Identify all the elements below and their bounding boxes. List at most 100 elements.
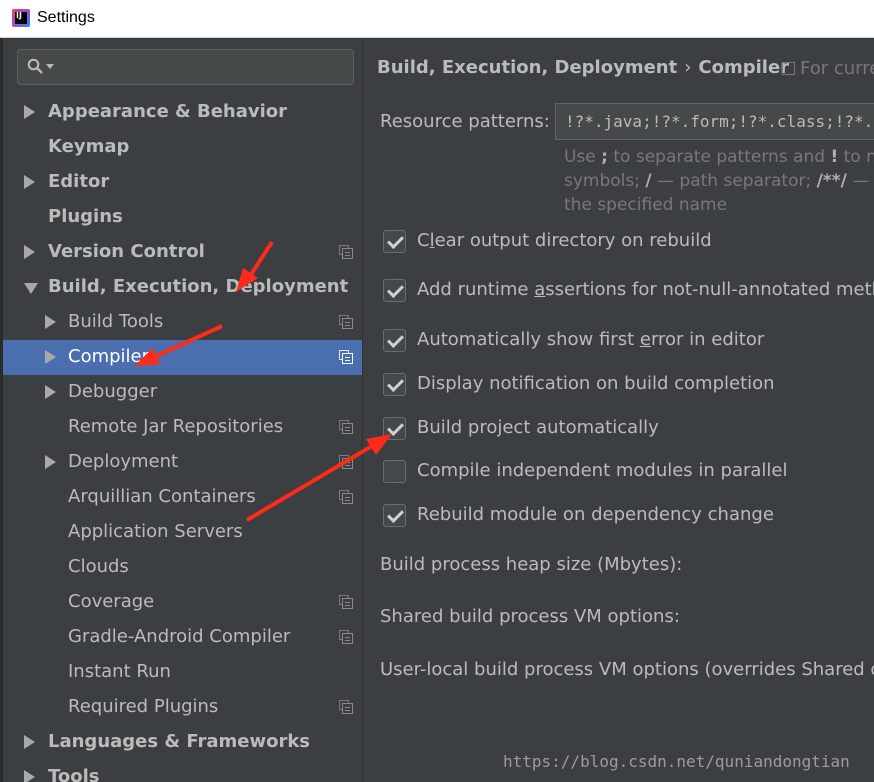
hint-segment: symbols;: [564, 171, 646, 191]
collapsed-arrow-icon[interactable]: [24, 770, 35, 782]
collapsed-arrow-icon[interactable]: [45, 315, 56, 329]
checkbox[interactable]: [383, 417, 406, 440]
checkbox[interactable]: [383, 504, 406, 527]
sidebar-item-deployment[interactable]: Deployment: [3, 445, 362, 480]
sidebar-item-editor[interactable]: Editor: [3, 165, 362, 200]
sidebar-item-label: Gradle-Android Compiler: [68, 626, 291, 647]
checkbox[interactable]: [383, 329, 406, 352]
hint-segment: to separate patterns and: [607, 147, 831, 167]
sidebar-item-label: Compiler: [68, 346, 150, 367]
sidebar-item-label: Keymap: [48, 136, 130, 157]
collapsed-arrow-icon[interactable]: [45, 385, 56, 399]
hint-segment: to ne: [843, 147, 874, 167]
sidebar-item-label: Deployment: [68, 451, 179, 472]
sidebar-item-build-execution-deployment[interactable]: Build, Execution, Deployment: [3, 270, 362, 305]
sidebar-item-label: Languages & Frameworks: [48, 731, 311, 752]
checkbox-label[interactable]: Rebuild module on dependency change: [417, 504, 774, 525]
search-icon: [27, 58, 43, 74]
sidebar-item-arquillian-containers[interactable]: Arquillian Containers: [3, 480, 362, 515]
title-bar: IJ Settings: [0, 0, 874, 38]
sidebar-item-label: Editor: [48, 171, 110, 192]
sidebar-item-build-tools[interactable]: Build Tools: [3, 305, 362, 340]
sidebar-item-label: Clouds: [68, 556, 129, 577]
search-dropdown-icon[interactable]: [46, 64, 54, 69]
sidebar-item-label: Arquillian Containers: [68, 486, 256, 507]
checkbox-label[interactable]: Build project automatically: [417, 417, 659, 438]
compiler-settings-panel: Build, Execution, Deployment › Compiler Fo…: [362, 38, 874, 782]
sidebar-item-coverage[interactable]: Coverage: [3, 585, 362, 620]
sidebar-item-appearance-behavior[interactable]: Appearance & Behavior: [3, 95, 362, 130]
sidebar-item-tools[interactable]: Tools: [3, 760, 362, 782]
sidebar-item-label: Application Servers: [68, 521, 243, 542]
checkbox-label[interactable]: Automatically show first error in editor: [417, 329, 764, 350]
sidebar-item-label: Remote Jar Repositories: [68, 416, 284, 437]
breadcrumb: Build, Execution, Deployment › Compiler: [377, 57, 789, 78]
sidebar-item-remote-jar-repositories[interactable]: Remote Jar Repositories: [3, 410, 362, 445]
collapsed-arrow-icon[interactable]: [24, 175, 35, 189]
intellij-app-icon: IJ: [12, 9, 30, 27]
sidebar-item-instant-run[interactable]: Instant Run: [3, 655, 362, 690]
sidebar-item-label: Tools: [48, 766, 100, 782]
label-segment: ear output directory on rebuild: [434, 230, 712, 251]
collapsed-arrow-icon[interactable]: [24, 105, 35, 119]
expanded-arrow-icon[interactable]: [24, 283, 38, 294]
scope-label: For curre: [800, 58, 874, 79]
checkbox[interactable]: [383, 279, 406, 302]
sidebar-item-gradle-android-compiler[interactable]: Gradle-Android Compiler: [3, 620, 362, 655]
collapsed-arrow-icon[interactable]: [24, 245, 35, 259]
sidebar-item-compiler[interactable]: Compiler: [3, 340, 362, 375]
checkbox[interactable]: [383, 460, 406, 483]
sidebar-item-plugins[interactable]: Plugins: [3, 200, 362, 235]
search-field[interactable]: [17, 49, 354, 85]
resource-patterns-label: Resource patterns:: [380, 111, 550, 132]
collapsed-arrow-icon[interactable]: [45, 350, 56, 364]
breadcrumb-current: Compiler: [698, 57, 790, 78]
hint-segment: — path separator;: [651, 171, 817, 191]
project-scope-copy-icon: [339, 350, 353, 364]
label-segment: Add runtime: [417, 279, 535, 300]
shared-vm-options-label: Shared build process VM options:: [380, 606, 680, 627]
checkbox-label[interactable]: Add runtime assertions for not-null-anno…: [417, 279, 874, 300]
breadcrumb-separator: ›: [684, 57, 692, 78]
resource-patterns-hint: symbols; / — path separator; /**/ —: [564, 171, 869, 191]
label-segment: Build project automatically: [417, 417, 659, 438]
sidebar-item-label: Coverage: [68, 591, 155, 612]
project-scope-copy-icon: [339, 700, 353, 714]
sidebar-item-label: Version Control: [48, 241, 205, 262]
project-scope-copy-icon: [339, 315, 353, 329]
breadcrumb-parent: Build, Execution, Deployment: [377, 57, 678, 78]
heap-size-label: Build process heap size (Mbytes):: [380, 554, 683, 575]
sidebar-item-languages-frameworks[interactable]: Languages & Frameworks: [3, 725, 362, 760]
checkbox[interactable]: [383, 373, 406, 396]
sidebar-item-required-plugins[interactable]: Required Plugins: [3, 690, 362, 725]
sidebar-item-label: Build Tools: [68, 311, 164, 332]
label-segment: Rebuild module on dependency change: [417, 504, 774, 525]
resource-patterns-hint: Use ; to separate patterns and ! to ne: [564, 147, 874, 167]
hint-segment: ;: [601, 147, 608, 167]
sidebar-item-application-servers[interactable]: Application Servers: [3, 515, 362, 550]
sidebar-item-keymap[interactable]: Keymap: [3, 130, 362, 165]
hint-segment: —: [846, 171, 870, 191]
label-segment: Display notification on build completion: [417, 373, 775, 394]
checkbox-label[interactable]: Clear output directory on rebuild: [417, 230, 712, 251]
hint-segment: Use: [564, 147, 602, 167]
sidebar-item-label: Instant Run: [68, 661, 171, 682]
checkbox-label[interactable]: Display notification on build completion: [417, 373, 775, 394]
checkbox-label[interactable]: Compile independent modules in parallel: [417, 460, 788, 481]
label-segment: Compile independent modules in parallel: [417, 460, 788, 481]
project-scope-copy-icon: [339, 630, 353, 644]
window-title: Settings: [37, 9, 95, 26]
sidebar-item-version-control[interactable]: Version Control: [3, 235, 362, 270]
checkbox[interactable]: [383, 230, 406, 253]
sidebar-item-label: Debugger: [68, 381, 158, 402]
project-scope-copy-icon: [339, 455, 353, 469]
project-scope-copy-icon: [339, 420, 353, 434]
collapsed-arrow-icon[interactable]: [24, 735, 35, 749]
sidebar-item-clouds[interactable]: Clouds: [3, 550, 362, 585]
label-segment: Automatically show first: [417, 329, 640, 350]
resource-patterns-input[interactable]: !?*.java;!?*.form;!?*.class;!?*.groovy;!…: [555, 103, 874, 140]
sidebar-item-debugger[interactable]: Debugger: [3, 375, 362, 410]
label-segment: ssertions for not-null-annotated metho: [545, 279, 874, 300]
collapsed-arrow-icon[interactable]: [45, 455, 56, 469]
hint-segment: the specified name: [564, 195, 728, 215]
